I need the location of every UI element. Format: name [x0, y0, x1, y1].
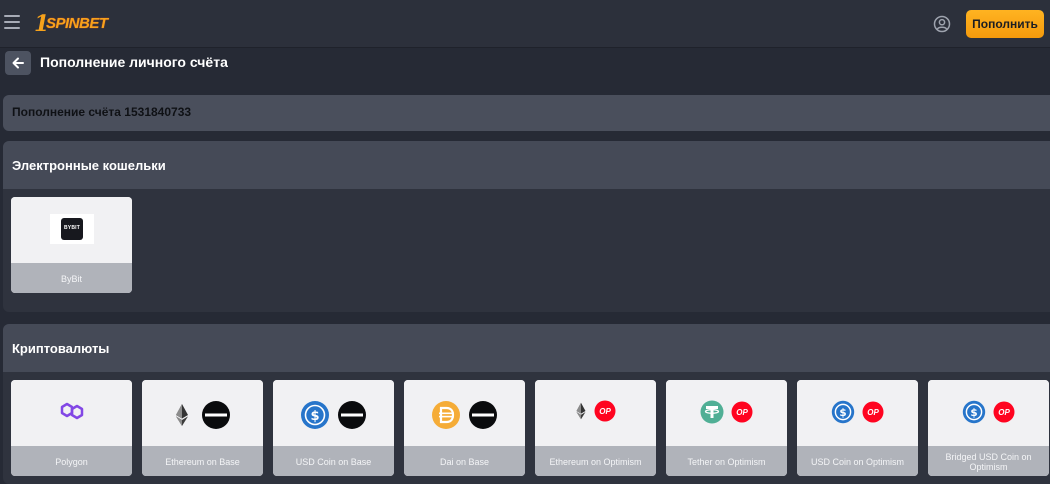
- bybit-logo: BYBIT: [50, 214, 94, 244]
- ewallets-section: Электронные кошельки BYBIT ByBit: [3, 141, 1050, 312]
- base-network-icon: [337, 401, 366, 429]
- svg-text:$: $: [971, 407, 978, 419]
- card-label: Tether on Optimism: [687, 457, 766, 467]
- top-bar: 1 SPINBET Пополнить: [0, 0, 1050, 48]
- arrow-left-icon: [12, 57, 24, 69]
- payment-card-tether-optimism[interactable]: OP Tether on Optimism: [666, 380, 787, 476]
- usdc-icon: $: [301, 401, 330, 429]
- svg-text:$: $: [840, 407, 847, 419]
- page-title: Пополнение личного счёта: [40, 54, 228, 70]
- back-button[interactable]: [5, 51, 31, 75]
- ethereum-icon: [176, 404, 189, 426]
- card-label: Ethereum on Optimism: [549, 457, 642, 467]
- spinbet-logo[interactable]: 1 SPINBET: [34, 10, 108, 38]
- card-label: Dai on Base: [439, 457, 490, 467]
- user-profile-icon[interactable]: [933, 15, 951, 33]
- optimism-icon: OP: [993, 401, 1015, 423]
- usdc-icon: $: [963, 400, 986, 424]
- card-footer: ByBit: [11, 263, 132, 293]
- svg-text:OP: OP: [867, 408, 879, 417]
- payment-card-bybit[interactable]: BYBIT ByBit: [11, 197, 132, 293]
- account-number-text: Пополнение счёта 1531840733: [12, 105, 192, 119]
- payment-card-ethereum-optimism[interactable]: OP Ethereum on Optimism: [535, 380, 656, 476]
- deposit-button[interactable]: Пополнить: [966, 10, 1044, 38]
- payment-card-usdc-base[interactable]: $ USD Coin on Base: [273, 380, 394, 476]
- card-label: USD Coin on Optimism: [810, 457, 905, 467]
- card-label: ByBit: [60, 274, 82, 284]
- payment-card-polygon[interactable]: Polygon: [11, 380, 132, 476]
- svg-text:OP: OP: [736, 408, 748, 417]
- svg-text:$: $: [311, 409, 320, 424]
- ewallets-section-header: Электронные кошельки: [3, 141, 1050, 189]
- card-label: Bridged USD Coin on Optimism: [945, 452, 1032, 472]
- payment-card-bridged-usdc-optimism[interactable]: $ OP Bridged USD Coin on Optimism: [928, 380, 1049, 476]
- crypto-section: Криптовалюты Polygon Ethereum on Base $ …: [3, 324, 1050, 484]
- tether-icon: [700, 400, 724, 424]
- page-header: Пополнение личного счёта: [0, 48, 1050, 78]
- card-label: USD Coin on Base: [295, 457, 372, 467]
- optimism-icon: OP: [862, 401, 884, 423]
- payment-card-dai-base[interactable]: Dai on Base: [404, 380, 525, 476]
- payment-card-usdc-optimism[interactable]: $ OP USD Coin on Optimism: [797, 380, 918, 476]
- ethereum-icon: [576, 402, 586, 420]
- dai-icon: [432, 401, 461, 429]
- usdc-icon: $: [832, 400, 855, 424]
- card-label: Polygon: [55, 457, 88, 467]
- card-logo-area: BYBIT: [11, 197, 132, 263]
- ewallets-section-title: Электронные кошельки: [12, 158, 166, 173]
- menu-icon[interactable]: [4, 15, 20, 31]
- base-network-icon: [201, 401, 230, 429]
- crypto-section-header: Криптовалюты: [3, 324, 1050, 372]
- svg-text:OP: OP: [599, 407, 611, 416]
- svg-text:OP: OP: [998, 408, 1010, 417]
- polygon-icon: [60, 402, 83, 420]
- crypto-section-title: Криптовалюты: [12, 341, 110, 356]
- optimism-icon: OP: [594, 400, 616, 422]
- payment-card-ethereum-base[interactable]: Ethereum on Base: [142, 380, 263, 476]
- bybit-logo-text: BYBIT: [64, 225, 80, 231]
- account-banner: Пополнение счёта 1531840733: [3, 95, 1050, 131]
- base-network-icon: [468, 401, 497, 429]
- optimism-icon: OP: [731, 401, 753, 423]
- card-label: Ethereum on Base: [165, 457, 240, 467]
